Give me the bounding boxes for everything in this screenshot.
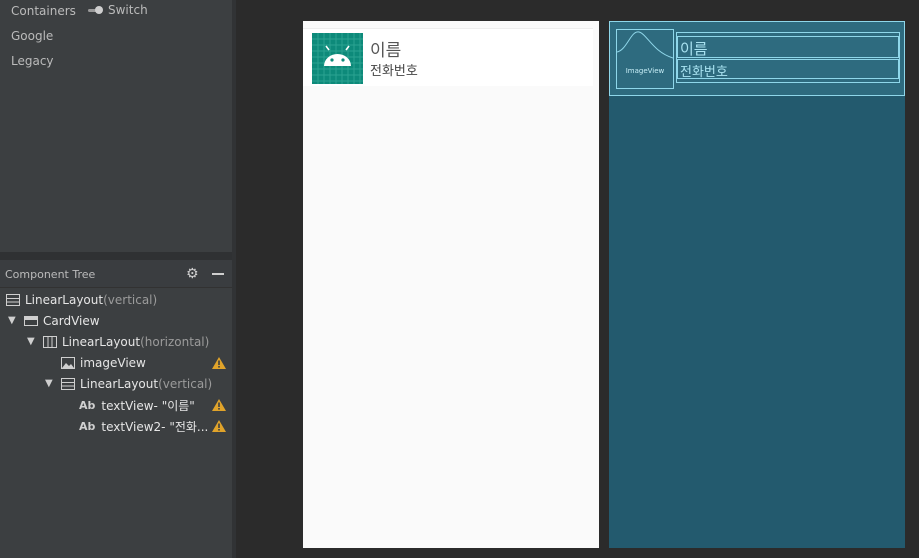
component-tree-header: Component Tree ⚙: [0, 260, 232, 288]
horizontal-layout-icon: [43, 336, 57, 348]
name-textview[interactable]: 이름: [370, 36, 401, 61]
blueprint-card-view[interactable]: ImageView 이름 전화번호: [609, 21, 905, 96]
tree-node-imageview[interactable]: imageView: [61, 353, 146, 373]
tree-node-detail: (horizontal): [140, 335, 210, 349]
tree-node-label: imageView: [80, 356, 146, 370]
vertical-layout-icon: [6, 294, 20, 306]
palette-category-legacy[interactable]: Legacy: [11, 54, 54, 68]
panel-splitter[interactable]: [0, 252, 232, 260]
card-view[interactable]: 이름 전화번호: [303, 28, 593, 86]
warning-icon[interactable]: [212, 399, 226, 411]
tree-node-detail: (vertical): [158, 377, 213, 391]
android-studio-layout-editor: Containers Google Legacy Switch Componen…: [0, 0, 919, 558]
tree-node-label: textView2- "전화...: [101, 419, 209, 434]
palette-item-switch[interactable]: Switch: [88, 2, 148, 18]
component-tree-title: Component Tree: [5, 268, 96, 281]
tree-node-label: LinearLayout: [80, 377, 159, 391]
blueprint-textview[interactable]: 이름: [677, 36, 899, 58]
tree-node-label: LinearLayout: [25, 293, 104, 307]
palette-panel: Containers Google Legacy Switch: [0, 0, 232, 252]
tree-node-cardview[interactable]: ▼ CardView: [8, 311, 100, 331]
minus-icon[interactable]: [212, 273, 224, 275]
switch-icon: [88, 6, 103, 14]
blueprint-preview[interactable]: ImageView 이름 전화번호: [609, 21, 905, 548]
palette-item-switch-label: Switch: [108, 3, 148, 17]
phone-textview[interactable]: 전화번호: [370, 60, 418, 79]
tree-node-linearlayout-horizontal[interactable]: ▼ LinearLayout (horizontal): [27, 332, 209, 352]
tree-node-textview[interactable]: Ab textView- "이름": [79, 395, 195, 415]
text-icon: Ab: [79, 419, 96, 433]
tree-node-textview2[interactable]: Ab textView2- "전화...: [79, 416, 208, 436]
component-tree-panel: Component Tree ⚙ LinearLayout (vertical) …: [0, 260, 232, 558]
chevron-down-icon[interactable]: ▼: [27, 337, 37, 347]
design-preview[interactable]: 이름 전화번호: [303, 21, 599, 548]
palette-category-containers[interactable]: Containers: [11, 4, 76, 18]
chevron-down-icon[interactable]: ▼: [8, 316, 18, 326]
image-icon: [61, 357, 75, 369]
cardview-icon: [24, 315, 38, 327]
tree-node-label: CardView: [43, 314, 100, 328]
blueprint-textview2[interactable]: 전화번호: [677, 59, 899, 80]
tree-node-linearlayout-vertical[interactable]: ▼ LinearLayout (vertical): [45, 374, 212, 394]
palette-category-google[interactable]: Google: [11, 29, 53, 43]
warning-icon[interactable]: [212, 357, 226, 369]
chevron-down-icon[interactable]: ▼: [45, 379, 55, 389]
image-placeholder-icon: [617, 31, 673, 59]
blueprint-image-view[interactable]: ImageView: [616, 29, 674, 89]
tree-node-detail: (vertical): [103, 293, 158, 307]
vertical-layout-icon: [61, 378, 75, 390]
gear-icon[interactable]: ⚙: [186, 267, 200, 281]
blueprint-phone-text: 전화번호: [680, 65, 728, 80]
tree-node-label: LinearLayout: [62, 335, 141, 349]
tree-node-label: textView- "이름": [101, 398, 195, 413]
text-icon: Ab: [79, 398, 96, 412]
tree-node-linearlayout-root[interactable]: LinearLayout (vertical): [6, 290, 157, 310]
blueprint-linear-layout[interactable]: 이름 전화번호: [676, 32, 900, 83]
warning-icon[interactable]: [212, 420, 226, 432]
android-icon[interactable]: [312, 33, 363, 84]
blueprint-name-text: 이름: [680, 40, 708, 58]
blueprint-image-label: ImageView: [625, 67, 665, 75]
